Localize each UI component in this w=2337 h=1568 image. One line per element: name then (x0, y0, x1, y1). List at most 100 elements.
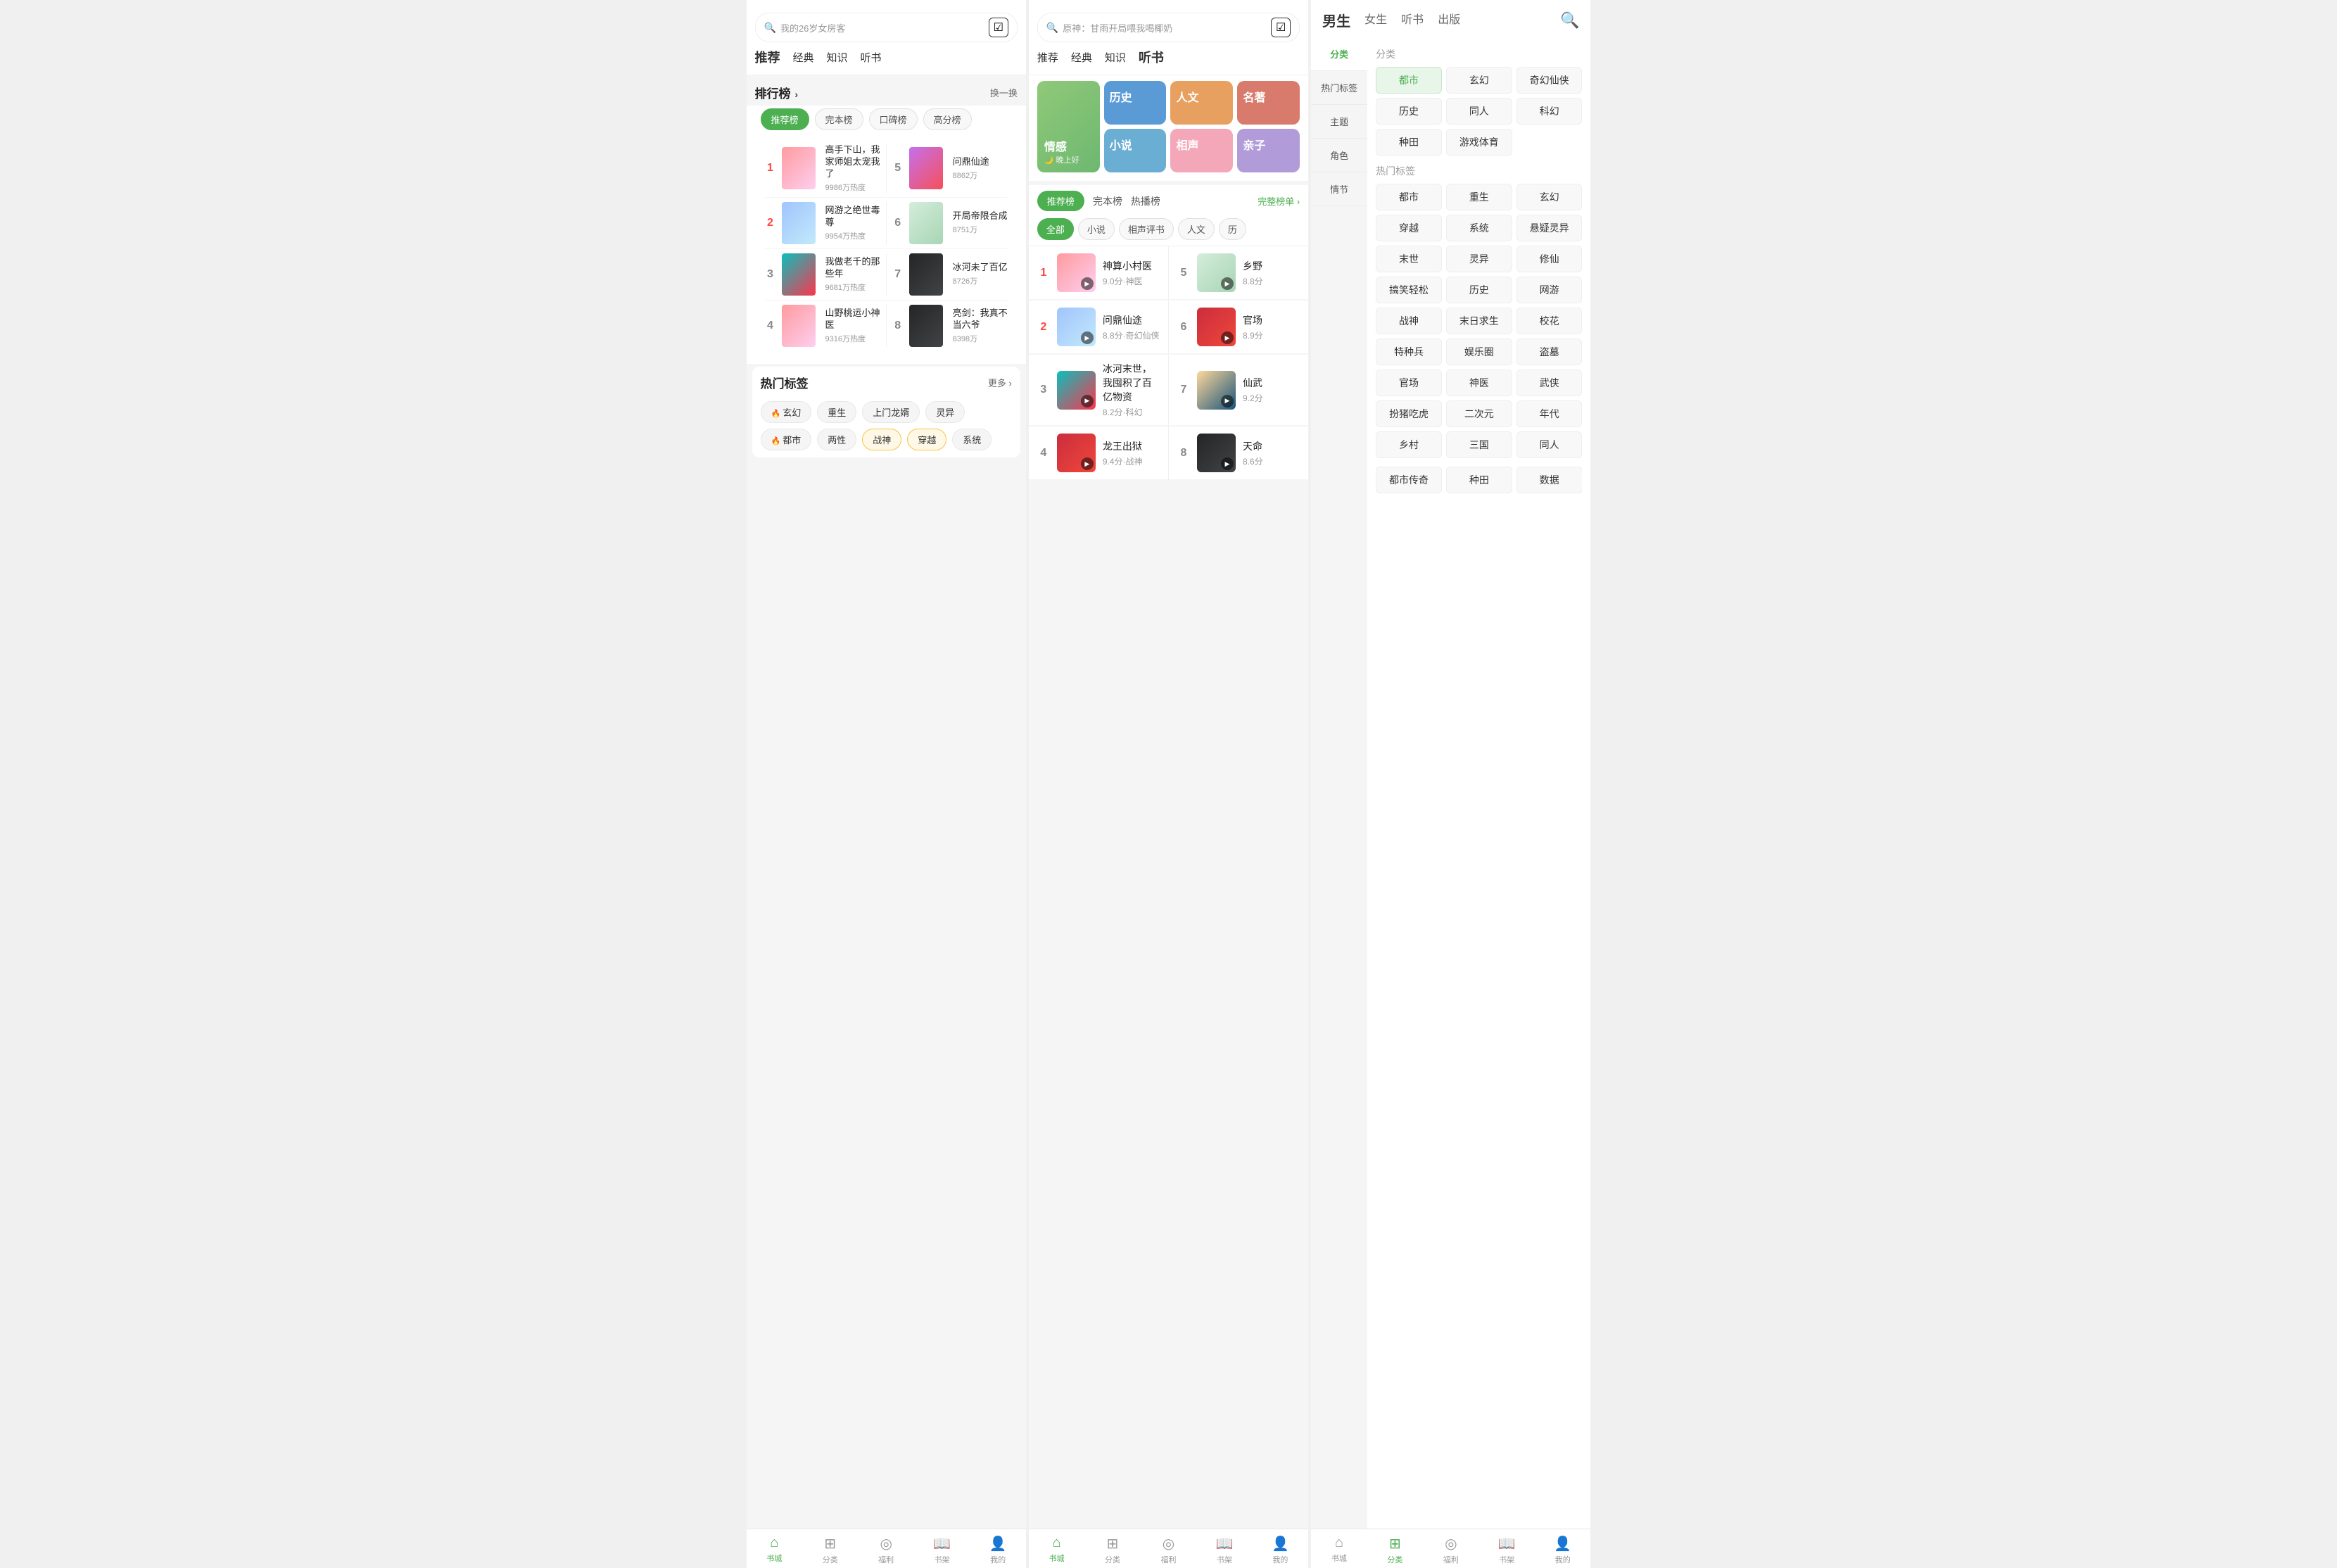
tab-audio-1[interactable]: 听书 (861, 50, 882, 66)
p3-hot-banzhu[interactable]: 扮猪吃虎 (1376, 400, 1442, 427)
p3-tag-kehuan[interactable]: 科幻 (1516, 98, 1583, 125)
tag-xitong[interactable]: 系统 (952, 429, 992, 450)
ranking-tab-complete[interactable]: 完本榜 (1093, 194, 1122, 208)
tag-zhanshen[interactable]: 战神 (862, 429, 901, 450)
play-btn-6[interactable]: ▶ (1221, 331, 1234, 344)
rank-tab-highscore[interactable]: 高分榜 (923, 108, 972, 130)
bookmark-btn-1[interactable]: ☑ (989, 18, 1008, 37)
play-btn-7[interactable]: ▶ (1221, 395, 1234, 407)
bottom-nav-shujia-2[interactable]: 📖 书架 (1196, 1535, 1252, 1565)
p3-hot-lingyi[interactable]: 灵异 (1446, 246, 1512, 272)
cat-history[interactable]: 历史 (1104, 81, 1167, 125)
tab-recommend-1[interactable]: 推荐 (755, 48, 780, 68)
refresh-btn[interactable]: 换一换 (990, 86, 1018, 99)
book-item-1[interactable]: 1 高手下山，我家师姐太宠我了 9986万热度 (765, 144, 880, 193)
bottom-nav-shucheng-2[interactable]: ⌂ 书城 (1029, 1535, 1084, 1565)
bottom-nav-shujia-3[interactable]: 📖 书架 (1479, 1535, 1535, 1565)
p3-hot-guanchang[interactable]: 官场 (1376, 369, 1442, 396)
tab-classic-1[interactable]: 经典 (793, 50, 814, 66)
p3-bottom-tag-1[interactable]: 都市传奇 (1376, 467, 1442, 493)
cat-humanities[interactable]: 人文 (1170, 81, 1233, 125)
audio-item-3[interactable]: 3 ▶ 冰河末世，我囤积了百亿物资 8.2分·科幻 (1029, 355, 1168, 426)
p3-hot-erciyuan[interactable]: 二次元 (1446, 400, 1512, 427)
p3-nav-publish[interactable]: 出版 (1438, 10, 1460, 30)
play-btn-1[interactable]: ▶ (1081, 277, 1094, 290)
rank-tab-reputation[interactable]: 口碑榜 (869, 108, 918, 130)
tag-liangxing[interactable]: 两性 (817, 429, 856, 450)
sidebar-item-fenlei[interactable]: 分类 (1311, 37, 1367, 71)
audio-item-8[interactable]: 8 ▶ 天命 8.6分 (1169, 426, 1308, 480)
p3-tag-youxi[interactable]: 游戏体育 (1446, 129, 1512, 156)
bottom-nav-wode-1[interactable]: 👤 我的 (970, 1535, 1025, 1565)
ranking-tab-hot[interactable]: 热播榜 (1131, 194, 1160, 208)
p3-nav-audio[interactable]: 听书 (1401, 10, 1424, 30)
p3-hot-daomu[interactable]: 盗墓 (1516, 339, 1583, 365)
sidebar-item-role[interactable]: 角色 (1311, 139, 1367, 172)
bottom-nav-shucheng-3[interactable]: ⌂ 书城 (1311, 1535, 1367, 1565)
p3-bottom-tag-3[interactable]: 数据 (1516, 467, 1583, 493)
bottom-nav-fenlei-3[interactable]: ⊞ 分类 (1367, 1535, 1423, 1565)
bottom-nav-fenlei-2[interactable]: ⊞ 分类 (1084, 1535, 1140, 1565)
p3-hot-moriqiusheng[interactable]: 末日求生 (1446, 308, 1512, 334)
tab-classic-2[interactable]: 经典 (1071, 50, 1092, 66)
p3-hot-chongsheng[interactable]: 重生 (1446, 184, 1512, 210)
p3-hot-xiangcun[interactable]: 乡村 (1376, 431, 1442, 458)
p3-hot-chuanyue[interactable]: 穿越 (1376, 215, 1442, 241)
tag-dushi[interactable]: 都市 (761, 429, 812, 450)
p3-hot-xiuxian[interactable]: 修仙 (1516, 246, 1583, 272)
filter-humanities[interactable]: 人文 (1178, 218, 1215, 240)
bookmark-btn-2[interactable]: ☑ (1271, 18, 1291, 37)
audio-item-5[interactable]: 5 ▶ 乡野 8.8分 (1169, 246, 1308, 300)
audio-item-2[interactable]: 2 ▶ 问鼎仙途 8.8分·奇幻仙侠 (1029, 301, 1168, 354)
p3-search-icon[interactable]: 🔍 (1560, 11, 1579, 30)
bottom-nav-fuli-3[interactable]: ◎ 福利 (1423, 1535, 1478, 1565)
bottom-nav-wode-2[interactable]: 👤 我的 (1253, 1535, 1308, 1565)
p3-hot-moshi[interactable]: 末世 (1376, 246, 1442, 272)
bottom-nav-fuli-2[interactable]: ◎ 福利 (1141, 1535, 1196, 1565)
tag-lingyi[interactable]: 灵异 (925, 401, 965, 423)
book-item-6[interactable]: 6 开局帝限合成 8751万 (892, 202, 1008, 244)
tag-chuanyue[interactable]: 穿越 (907, 429, 946, 450)
tab-recommend-2[interactable]: 推荐 (1037, 50, 1058, 66)
rank-tab-complete[interactable]: 完本榜 (815, 108, 863, 130)
p3-hot-niandai[interactable]: 年代 (1516, 400, 1583, 427)
bottom-nav-shujia-1[interactable]: 📖 书架 (914, 1535, 970, 1565)
p3-hot-zhanshen[interactable]: 战神 (1376, 308, 1442, 334)
p3-hot-wuxia[interactable]: 武侠 (1516, 369, 1583, 396)
full-list-link[interactable]: 完整榜单 › (1258, 194, 1300, 208)
tab-knowledge-2[interactable]: 知识 (1105, 50, 1126, 66)
rank-tab-recommend[interactable]: 推荐榜 (761, 108, 809, 130)
p3-tag-dushi[interactable]: 都市 (1376, 67, 1442, 94)
tab-knowledge-1[interactable]: 知识 (827, 50, 848, 66)
tab-audio-2[interactable]: 听书 (1139, 48, 1164, 68)
filter-history[interactable]: 历 (1219, 218, 1246, 240)
p3-nav-female[interactable]: 女生 (1364, 10, 1387, 30)
audio-item-4[interactable]: 4 ▶ 龙王出狱 9.4分·战神 (1029, 426, 1168, 480)
cat-standup[interactable]: 相声 (1170, 129, 1233, 172)
play-btn-3[interactable]: ▶ (1081, 395, 1094, 407)
p3-hot-dushi[interactable]: 都市 (1376, 184, 1442, 210)
p3-hot-gaoxiao[interactable]: 搞笑轻松 (1376, 277, 1442, 303)
bottom-nav-fuli-1[interactable]: ◎ 福利 (858, 1535, 913, 1565)
book-item-8[interactable]: 8 亮剑：我真不当六爷 8398万 (892, 305, 1008, 347)
audio-item-1[interactable]: 1 ▶ 神算小村医 9.0分·神医 (1029, 246, 1168, 300)
p3-hot-shenyi[interactable]: 神医 (1446, 369, 1512, 396)
play-btn-2[interactable]: ▶ (1081, 331, 1094, 344)
p3-tag-tongren[interactable]: 同人 (1446, 98, 1512, 125)
p3-hot-tongren2[interactable]: 同人 (1516, 431, 1583, 458)
p3-hot-wangyou[interactable]: 网游 (1516, 277, 1583, 303)
bottom-nav-shucheng-1[interactable]: ⌂ 书城 (747, 1535, 802, 1565)
search-bar-2[interactable]: 🔍 原神：甘雨开局喂我喝椰奶 ☑ (1037, 13, 1300, 42)
bottom-nav-fenlei-1[interactable]: ⊞ 分类 (802, 1535, 858, 1565)
p3-hot-xuanyi[interactable]: 悬疑灵异 (1516, 215, 1583, 241)
more-btn[interactable]: 更多 › (988, 376, 1012, 389)
filter-novel[interactable]: 小说 (1078, 218, 1115, 240)
filter-all[interactable]: 全部 (1037, 218, 1074, 240)
sidebar-item-hotags[interactable]: 热门标签 (1311, 71, 1367, 105)
book-item-3[interactable]: 3 我做老千的那些年 9681万热度 (765, 253, 880, 296)
bottom-nav-wode-3[interactable]: 👤 我的 (1535, 1535, 1590, 1565)
p3-hot-yulequ[interactable]: 娱乐圈 (1446, 339, 1512, 365)
filter-standup[interactable]: 相声评书 (1119, 218, 1174, 240)
p3-tag-xuanhuan[interactable]: 玄幻 (1446, 67, 1512, 94)
sidebar-item-theme[interactable]: 主题 (1311, 105, 1367, 139)
